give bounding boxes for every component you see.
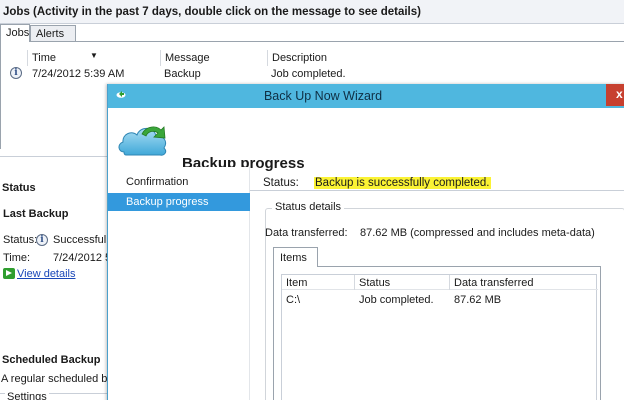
sort-descending-icon: ▼ (90, 51, 98, 60)
wizard-nav: Confirmation Backup progress (108, 167, 250, 400)
info-icon: i (36, 234, 48, 246)
column-header-item[interactable]: Item (282, 275, 355, 290)
tab-items[interactable]: Items (273, 247, 318, 267)
last-backup-time-label: Time: (3, 252, 31, 264)
last-backup-status-value: Successful (53, 234, 107, 246)
settings-group: Settings (0, 391, 108, 400)
data-transferred-value: 87.62 MB (compressed and includes meta-d… (360, 227, 595, 239)
tab-jobs[interactable]: Jobs (0, 24, 30, 42)
column-header-description[interactable]: Description (267, 50, 624, 66)
close-button[interactable]: x (606, 84, 624, 106)
column-header-data-transferred[interactable]: Data transferred (450, 275, 598, 290)
last-backup-status-label: Status: (3, 234, 38, 246)
column-header-message[interactable]: Message (160, 50, 267, 66)
table-row[interactable]: C:\ Job completed. 87.62 MB (282, 293, 598, 308)
wizard-title: Back Up Now Wizard (263, 89, 383, 103)
item-status: Job completed. (359, 294, 434, 306)
data-transferred-label: Data transferred: (265, 227, 348, 239)
status-line: Status: Backup is successfully completed… (263, 177, 491, 189)
settings-label: Settings (5, 391, 49, 400)
divider (0, 156, 108, 157)
backup-cloud-icon (118, 126, 167, 156)
item-transferred: 87.62 MB (454, 294, 502, 306)
row-message: Backup (164, 68, 201, 80)
status-label: Status: (263, 177, 299, 189)
status-value: Backup is successfully completed. (314, 177, 491, 189)
wizard-content: Status: Backup is successfully completed… (251, 167, 624, 400)
back-up-now-wizard: Back Up Now Wizard x Backup progress Con… (107, 84, 624, 400)
status-heading: Status (2, 182, 36, 194)
jobs-header: Jobs (Activity in the past 7 days, doubl… (0, 0, 624, 24)
column-header-time-label: Time (32, 52, 57, 64)
column-header-status[interactable]: Status (355, 275, 450, 290)
jobs-table-header: Time ▼ Message Description (1, 50, 624, 66)
row-time: 7/24/2012 5:39 AM (32, 68, 125, 80)
arrow-right-icon (3, 268, 15, 279)
status-details-title: Status details (272, 201, 345, 213)
items-table-header: Item Status Data transferred (282, 275, 598, 290)
close-icon: x (616, 87, 623, 101)
view-details-link[interactable]: View details (17, 268, 76, 280)
last-backup-heading: Last Backup (3, 208, 69, 220)
items-panel: Item Status Data transferred C:\ Job com… (273, 266, 601, 400)
item-path: C:\ (286, 294, 301, 306)
row-description: Job completed. (271, 68, 346, 80)
items-table: Item Status Data transferred C:\ Job com… (281, 274, 598, 400)
column-header-time[interactable]: Time ▼ (27, 50, 160, 66)
nav-item-confirmation[interactable]: Confirmation (108, 173, 250, 191)
scheduled-backup-heading: Scheduled Backup (2, 354, 101, 366)
nav-item-backup-progress[interactable]: Backup progress (108, 193, 250, 211)
info-icon: i (10, 67, 22, 79)
wizard-titlebar[interactable]: Back Up Now Wizard x (108, 84, 624, 108)
icon-column-header[interactable] (1, 50, 27, 66)
table-row[interactable]: i 7/24/2012 5:39 AM Backup Job completed… (1, 66, 624, 83)
jobs-tabs: Jobs Alerts (0, 24, 624, 43)
